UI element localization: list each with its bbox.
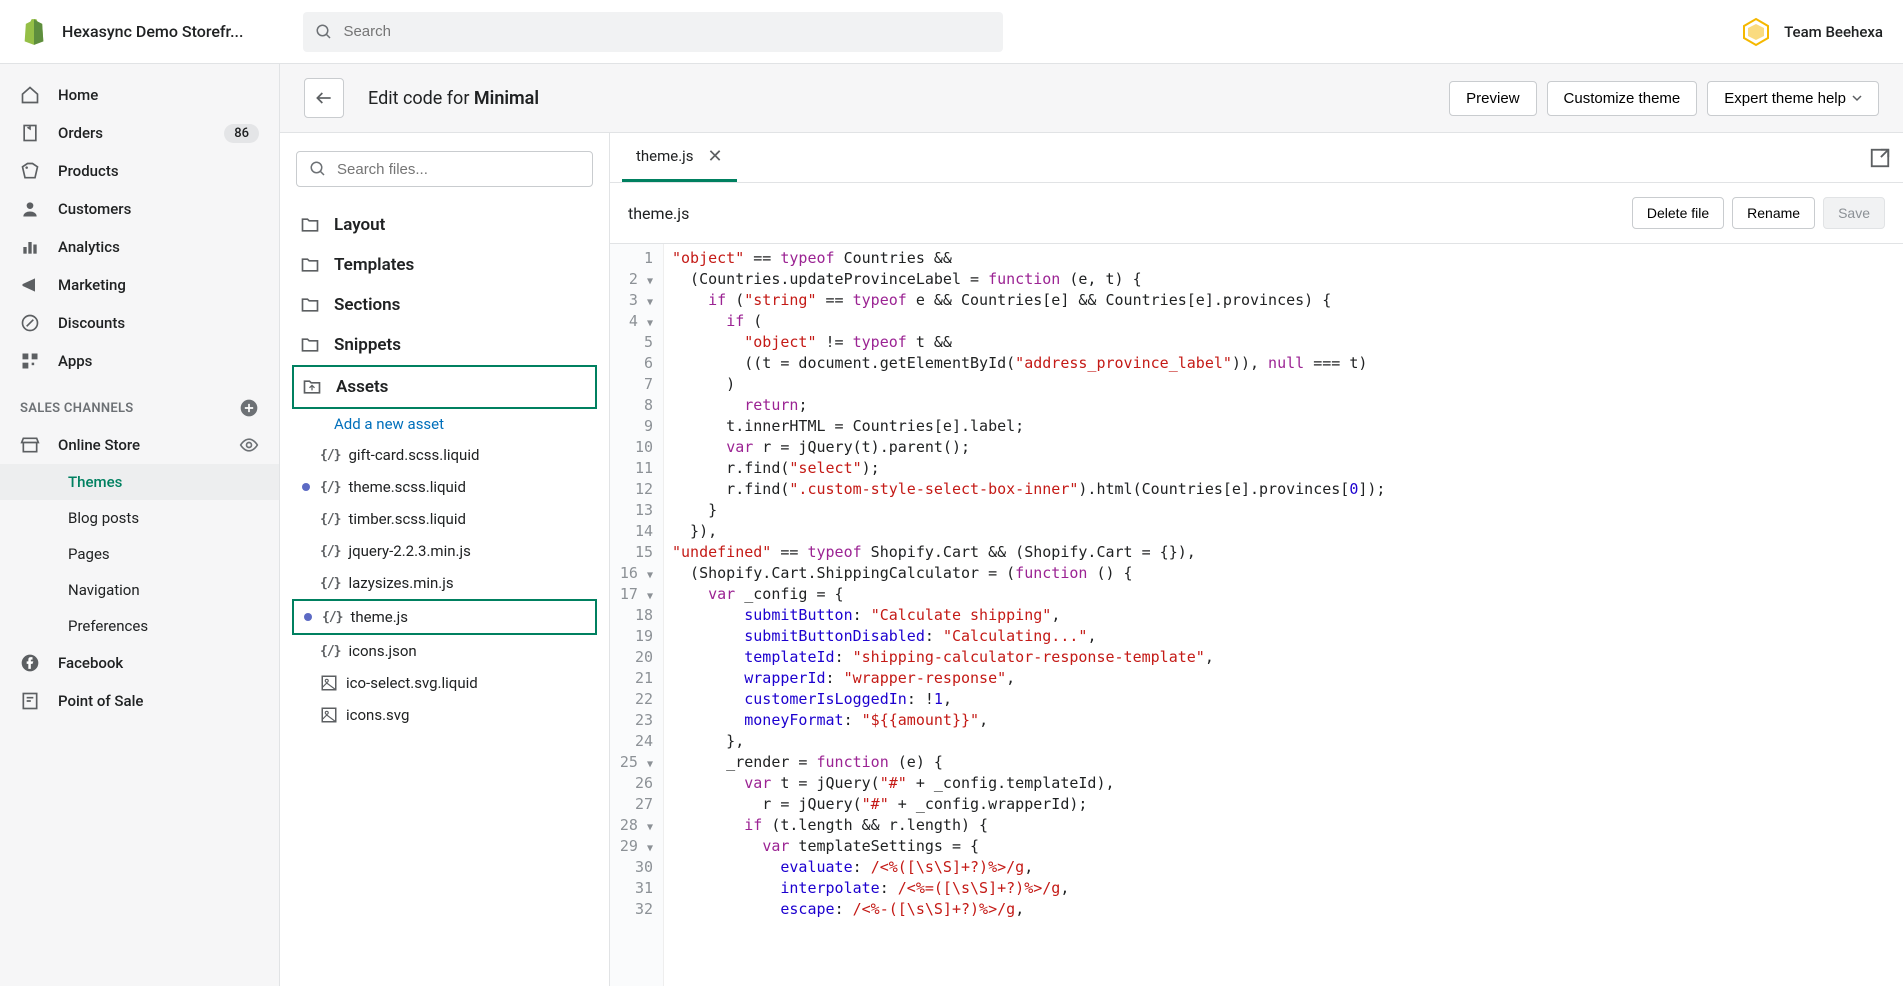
team-name[interactable]: Team Beehexa: [1784, 23, 1883, 41]
search-icon: [309, 160, 327, 178]
editor-tabs: theme.js ✕: [610, 133, 1903, 183]
page-title: Edit code for Minimal: [368, 88, 539, 109]
folder-icon: [300, 215, 320, 235]
code-file-icon: {/}: [322, 610, 342, 625]
close-icon[interactable]: ✕: [708, 146, 723, 167]
file-timber-scss-liquid[interactable]: {/}timber.scss.liquid: [292, 503, 597, 535]
eye-icon[interactable]: [239, 435, 259, 455]
nav-products[interactable]: Products: [0, 152, 279, 190]
marketing-icon: [20, 275, 40, 295]
file-name-label: theme.js: [628, 204, 689, 223]
line-gutter: 12 ▼3 ▼4 ▼5678910111213141516 ▼17 ▼18192…: [610, 244, 664, 986]
arrow-left-icon: [314, 88, 334, 108]
code-editor[interactable]: 12 ▼3 ▼4 ▼5678910111213141516 ▼17 ▼18192…: [610, 244, 1903, 986]
file-toolbar: theme.js Delete file Rename Save: [610, 183, 1903, 244]
nav-apps[interactable]: Apps: [0, 342, 279, 380]
delete-file-button[interactable]: Delete file: [1632, 197, 1724, 229]
preview-button[interactable]: Preview: [1449, 81, 1536, 116]
file-icons-json[interactable]: {/}icons.json: [292, 635, 597, 667]
left-nav: HomeOrders86ProductsCustomersAnalyticsMa…: [0, 64, 280, 986]
image-icon: [320, 706, 338, 724]
nav-navigation[interactable]: Navigation: [0, 572, 279, 608]
file-ico-select-svg-liquid[interactable]: ico-select.svg.liquid: [292, 667, 597, 699]
nav-online-store[interactable]: Online Store: [0, 426, 279, 464]
customers-icon: [20, 199, 40, 219]
search-icon: [315, 23, 333, 41]
save-button: Save: [1823, 197, 1885, 229]
nav-blog-posts[interactable]: Blog posts: [0, 500, 279, 536]
folder-snippets[interactable]: Snippets: [292, 325, 597, 365]
store-icon: [20, 435, 40, 455]
nav-discounts[interactable]: Discounts: [0, 304, 279, 342]
code-file-icon: {/}: [320, 512, 340, 527]
orders-icon: [20, 123, 40, 143]
sales-channels-label: SALES CHANNELS: [0, 380, 279, 426]
nav-customers[interactable]: Customers: [0, 190, 279, 228]
nav-point-of-sale[interactable]: Point of Sale: [0, 682, 279, 720]
pos-icon: [20, 691, 40, 711]
code-file-icon: {/}: [320, 644, 340, 659]
file-search[interactable]: [296, 151, 593, 187]
code-file-icon: {/}: [320, 576, 340, 591]
add-asset-link[interactable]: Add a new asset: [292, 409, 597, 439]
team-avatar-icon: [1740, 16, 1772, 48]
expand-icon[interactable]: [1869, 147, 1891, 169]
nav-facebook[interactable]: Facebook: [0, 644, 279, 682]
edit-header: Edit code for Minimal Preview Customize …: [280, 64, 1903, 132]
file-tree: LayoutTemplatesSectionsSnippetsAssets Ad…: [280, 133, 610, 986]
global-search[interactable]: [303, 12, 1003, 52]
home-icon: [20, 85, 40, 105]
back-button[interactable]: [304, 78, 344, 118]
code-file-icon: {/}: [320, 480, 340, 495]
file-jquery-2-2-3-min-js[interactable]: {/}jquery-2.2.3.min.js: [292, 535, 597, 567]
folder-icon: [300, 335, 320, 355]
tab-theme-js[interactable]: theme.js ✕: [622, 133, 737, 182]
file-icons-svg[interactable]: icons.svg: [292, 699, 597, 731]
analytics-icon: [20, 237, 40, 257]
top-bar: Hexasync Demo Storefr... Team Beehexa: [0, 0, 1903, 64]
folder-layout[interactable]: Layout: [292, 205, 597, 245]
folder-assets[interactable]: Assets: [292, 365, 597, 409]
shopify-logo-icon: [20, 18, 48, 46]
image-icon: [320, 674, 338, 692]
nav-pages[interactable]: Pages: [0, 536, 279, 572]
facebook-icon: [20, 653, 40, 673]
search-input[interactable]: [343, 23, 991, 40]
file-lazysizes-min-js[interactable]: {/}lazysizes.min.js: [292, 567, 597, 599]
nav-marketing[interactable]: Marketing: [0, 266, 279, 304]
code-file-icon: {/}: [320, 544, 340, 559]
code-content[interactable]: "object" == typeof Countries && (Countri…: [664, 244, 1393, 986]
apps-icon: [20, 351, 40, 371]
discounts-icon: [20, 313, 40, 333]
chevron-down-icon: [1852, 93, 1862, 103]
file-theme-js[interactable]: {/}theme.js: [292, 599, 597, 635]
nav-analytics[interactable]: Analytics: [0, 228, 279, 266]
rename-button[interactable]: Rename: [1732, 197, 1815, 229]
folder-icon: [302, 377, 322, 397]
nav-preferences[interactable]: Preferences: [0, 608, 279, 644]
folder-icon: [300, 295, 320, 315]
nav-themes[interactable]: Themes: [0, 464, 279, 500]
code-file-icon: {/}: [320, 448, 340, 463]
add-channel-icon[interactable]: [239, 398, 259, 418]
folder-sections[interactable]: Sections: [292, 285, 597, 325]
folder-templates[interactable]: Templates: [292, 245, 597, 285]
expert-help-button[interactable]: Expert theme help: [1707, 81, 1879, 116]
file-gift-card-scss-liquid[interactable]: {/}gift-card.scss.liquid: [292, 439, 597, 471]
folder-icon: [300, 255, 320, 275]
nav-home[interactable]: Home: [0, 76, 279, 114]
file-theme-scss-liquid[interactable]: {/}theme.scss.liquid: [292, 471, 597, 503]
file-search-input[interactable]: [337, 161, 580, 178]
products-icon: [20, 161, 40, 181]
store-name: Hexasync Demo Storefr...: [62, 22, 243, 41]
nav-orders[interactable]: Orders86: [0, 114, 279, 152]
customize-theme-button[interactable]: Customize theme: [1547, 81, 1698, 116]
